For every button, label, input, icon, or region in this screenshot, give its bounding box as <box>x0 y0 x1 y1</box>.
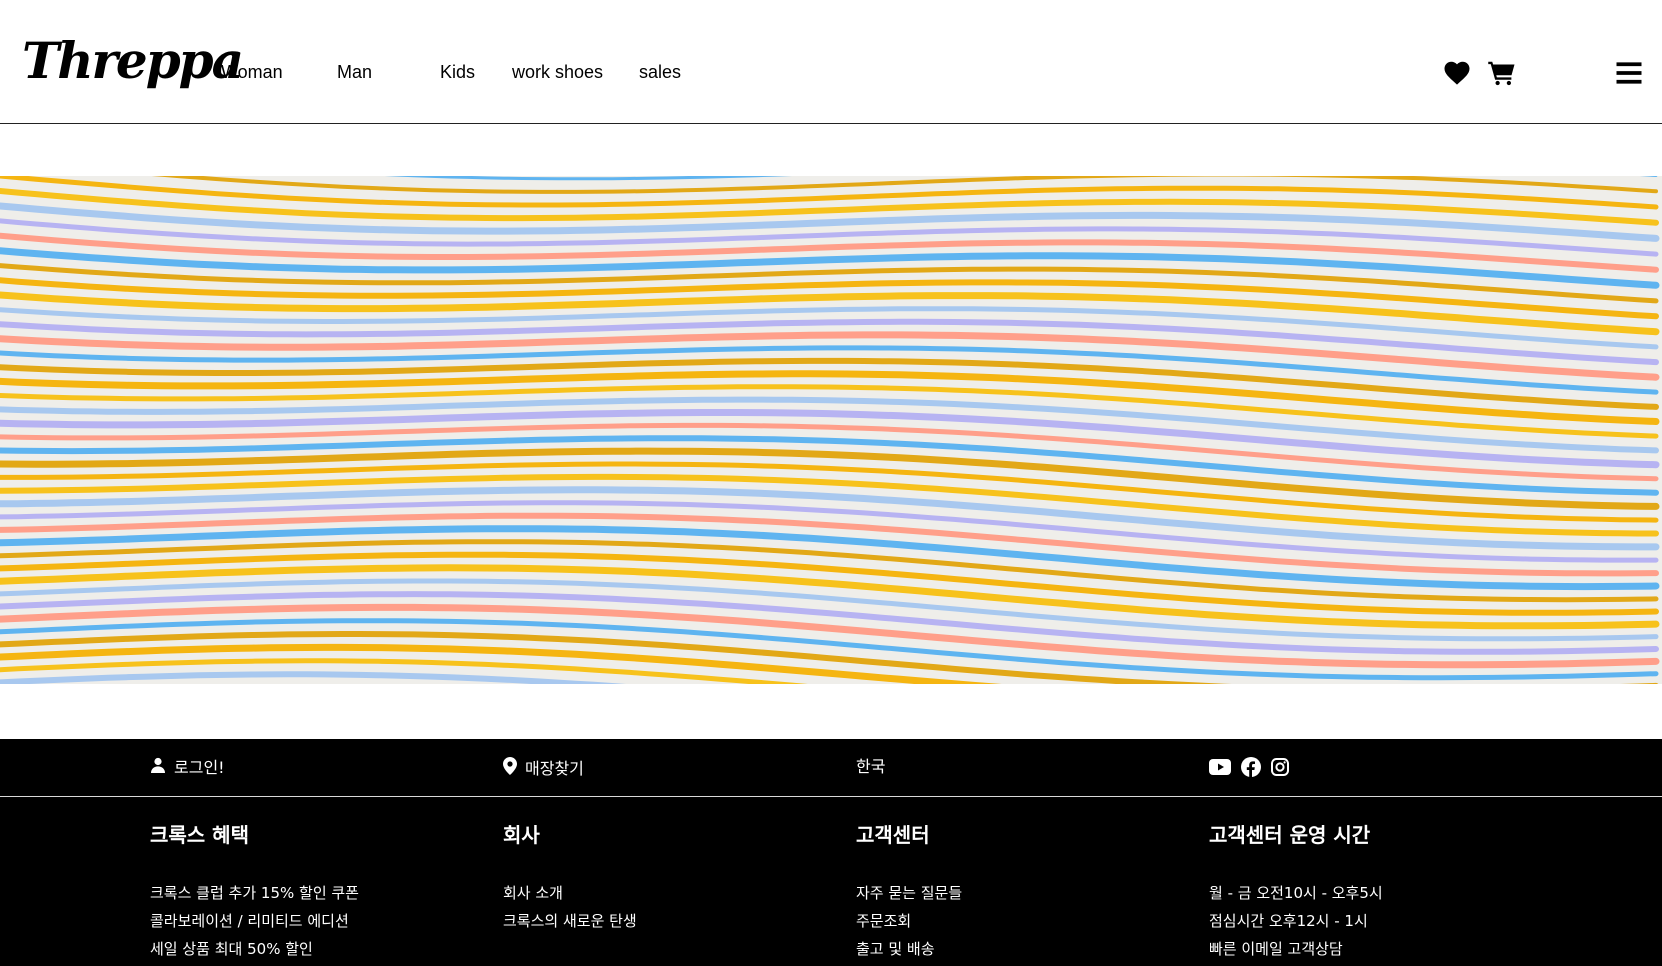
login-label: 로그인! <box>174 757 225 777</box>
footer-link[interactable]: 크록스 클럽 추가 15% 할인 쿠폰 <box>150 879 480 907</box>
menu-icon[interactable] <box>1614 58 1644 88</box>
cart-icon[interactable] <box>1487 58 1517 88</box>
youtube-icon[interactable] <box>1209 759 1231 780</box>
nav-item-work-shoes[interactable]: work shoes <box>512 62 603 83</box>
footer-utility-bar: 로그인! 매장찾기 한국 <box>0 739 1662 797</box>
nav-item-sales[interactable]: sales <box>639 62 681 83</box>
instagram-icon[interactable] <box>1271 758 1289 781</box>
nav-item-woman[interactable]: Woman <box>221 62 283 83</box>
footer-column-title: 고객센터 <box>856 823 930 847</box>
footer-column-title: 고객센터 운영 시간 <box>1209 823 1371 847</box>
brand-logo[interactable]: Threppa <box>22 36 244 86</box>
nav-item-kids[interactable]: Kids <box>440 62 475 83</box>
footer-text: 점심시간 오후12시 - 1시 <box>1209 912 1368 930</box>
footer-column-support: 고객센터 자주 묻는 질문들 주문조회 출고 및 배송 <box>856 823 1186 963</box>
language-selector[interactable]: 한국 <box>856 757 885 777</box>
facebook-icon[interactable] <box>1241 757 1261 782</box>
footer-link[interactable]: 크록스의 새로운 탄생 <box>503 907 833 935</box>
map-pin-icon <box>503 757 517 780</box>
hero-banner[interactable] <box>0 176 1662 684</box>
store-locator-link[interactable]: 매장찾기 <box>503 757 584 780</box>
footer-column-title: 회사 <box>503 823 540 847</box>
login-link[interactable]: 로그인! <box>150 757 225 778</box>
nav-item-man[interactable]: Man <box>337 62 372 83</box>
footer-column-title: 크록스 혜택 <box>150 823 249 847</box>
footer-column-company: 회사 회사 소개 크록스의 새로운 탄생 <box>503 823 833 935</box>
footer-column-benefits: 크록스 혜택 크록스 클럽 추가 15% 할인 쿠폰 콜라보레이션 / 리미티드… <box>150 823 480 963</box>
footer-text: 월 - 금 오전10시 - 오후5시 <box>1209 884 1383 902</box>
language-label: 한국 <box>856 757 886 776</box>
footer-link[interactable]: 세일 상품 최대 50% 할인 <box>150 935 480 963</box>
footer-link[interactable]: 출고 및 배송 <box>856 935 1186 963</box>
social-links <box>1209 757 1289 782</box>
footer-link[interactable]: 빠른 이메일 고객상담 <box>1209 935 1539 963</box>
footer-link[interactable]: 주문조회 <box>856 907 1186 935</box>
footer-main: 크록스 혜택 크록스 클럽 추가 15% 할인 쿠폰 콜라보레이션 / 리미티드… <box>0 797 1662 966</box>
user-icon <box>150 757 166 778</box>
footer-column-hours: 고객센터 운영 시간 월 - 금 오전10시 - 오후5시 점심시간 오후12시… <box>1209 823 1539 963</box>
site-header: Threppa Woman Man Kids work shoes sales <box>0 0 1662 124</box>
store-label: 매장찾기 <box>525 758 584 778</box>
footer-link[interactable]: 콜라보레이션 / 리미티드 에디션 <box>150 907 480 935</box>
footer-link[interactable]: 회사 소개 <box>503 879 833 907</box>
footer-link[interactable]: 자주 묻는 질문들 <box>856 879 1186 907</box>
heart-icon[interactable] <box>1442 58 1472 88</box>
wave-pattern-image <box>0 176 1660 684</box>
